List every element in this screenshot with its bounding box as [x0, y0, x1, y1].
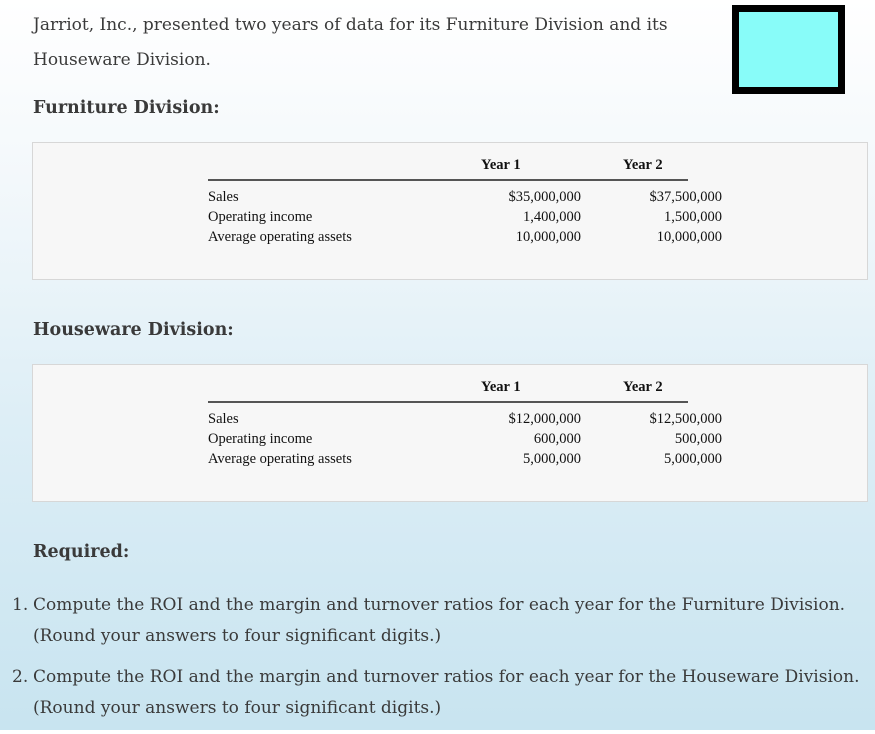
- item-number: 2.: [12, 667, 29, 687]
- furniture-col-year1: Year 1: [481, 157, 521, 173]
- item-text: Compute the ROI and the margin and turno…: [33, 595, 846, 646]
- year1-value: 10,000,000: [515, 229, 581, 245]
- houseware-table-panel: Year 1 Year 2 Sales $12,000,000 $12,500,…: [32, 364, 868, 502]
- furniture-heading: Furniture Division:: [33, 98, 220, 118]
- intro-text: Jarriot, Inc., presented two years of da…: [33, 15, 668, 70]
- item-number: 1.: [12, 595, 29, 615]
- year2-value: 5,000,000: [664, 451, 722, 467]
- furniture-row-average-operating-assets: Average operating assets 10,000,000 10,0…: [208, 227, 722, 247]
- year2-value: 10,000,000: [656, 229, 722, 245]
- houseware-heading: Houseware Division:: [33, 320, 234, 340]
- required-item-2: 2. Compute the ROI and the margin and tu…: [0, 662, 860, 724]
- required-list: 1. Compute the ROI and the margin and tu…: [0, 590, 860, 734]
- furniture-table-panel: Year 1 Year 2 Sales $35,000,000 $37,500,…: [32, 142, 868, 280]
- furniture-row-sales: Sales $35,000,000 $37,500,000: [208, 187, 722, 207]
- houseware-table: Year 1 Year 2 Sales $12,000,000 $12,500,…: [208, 379, 722, 469]
- furniture-table: Year 1 Year 2 Sales $35,000,000 $37,500,…: [208, 157, 722, 247]
- year2-value: $12,500,000: [649, 411, 723, 427]
- furniture-table-header: Year 1 Year 2: [208, 157, 688, 181]
- required-item-1: 1. Compute the ROI and the margin and tu…: [0, 590, 860, 652]
- item-text: Compute the ROI and the margin and turno…: [33, 667, 860, 718]
- row-label: Average operating assets: [208, 229, 352, 245]
- houseware-row-sales: Sales $12,000,000 $12,500,000: [208, 409, 722, 429]
- year2-value: 1,500,000: [664, 209, 722, 225]
- row-label: Sales: [208, 189, 239, 205]
- row-label: Sales: [208, 411, 239, 427]
- year1-value: $12,000,000: [508, 411, 582, 427]
- teal-placeholder-box: [732, 5, 845, 94]
- houseware-row-operating-income: Operating income 600,000 500,000: [208, 429, 722, 449]
- row-label: Operating income: [208, 431, 313, 447]
- houseware-col-year1: Year 1: [481, 379, 521, 395]
- houseware-col-year2: Year 2: [623, 379, 663, 395]
- houseware-row-average-operating-assets: Average operating assets 5,000,000 5,000…: [208, 449, 722, 469]
- year1-value: 600,000: [533, 431, 581, 447]
- row-label: Operating income: [208, 209, 313, 225]
- year1-value: 1,400,000: [523, 209, 581, 225]
- row-label: Average operating assets: [208, 451, 352, 467]
- required-heading: Required:: [33, 542, 130, 562]
- year1-value: 5,000,000: [523, 451, 581, 467]
- year1-value: $35,000,000: [508, 189, 582, 205]
- furniture-col-year2: Year 2: [623, 157, 663, 173]
- year2-value: 500,000: [674, 431, 722, 447]
- houseware-table-header: Year 1 Year 2: [208, 379, 688, 403]
- furniture-row-operating-income: Operating income 1,400,000 1,500,000: [208, 207, 722, 227]
- year2-value: $37,500,000: [649, 189, 723, 205]
